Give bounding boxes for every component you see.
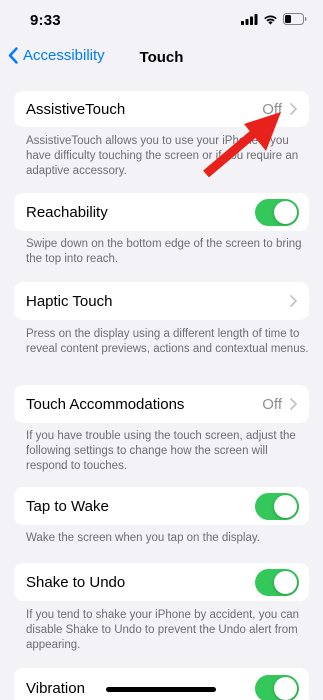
chevron-right-icon: [290, 103, 297, 115]
setting-row-shake-to-undo: Shake to Undo: [14, 563, 309, 601]
setting-footer: If you have trouble using the touch scre…: [26, 430, 296, 472]
setting-footer: Swipe down on the bottom edge of the scr…: [26, 238, 302, 265]
shake-to-undo-toggle[interactable]: [255, 568, 299, 596]
navigation-bar: Accessibility Touch: [0, 40, 323, 76]
setting-label: Tap to Wake: [26, 497, 109, 515]
setting-label: Vibration: [26, 679, 85, 697]
setting-value: Off: [262, 395, 282, 413]
setting-label: Shake to Undo: [26, 573, 126, 591]
setting-row-vibration: Vibration: [14, 668, 309, 700]
setting-row-haptic-touch[interactable]: Haptic Touch: [14, 282, 309, 320]
setting-label: Haptic Touch: [26, 292, 113, 310]
setting-value: Off: [262, 100, 282, 118]
battery-icon: [283, 13, 307, 25]
chevron-right-icon: [290, 398, 297, 410]
home-indicator: [106, 687, 216, 692]
setting-footer: Press on the display using a different l…: [26, 328, 309, 355]
status-bar: 9:33: [0, 0, 323, 40]
vibration-toggle[interactable]: [255, 674, 299, 700]
setting-label: Reachability: [26, 203, 108, 221]
setting-row-touch-accommodations[interactable]: Touch Accommodations Off: [14, 385, 309, 423]
setting-row-assistivetouch[interactable]: AssistiveTouch Off: [14, 91, 309, 127]
status-icons: [241, 13, 307, 25]
page-title: Touch: [139, 49, 184, 66]
setting-footer: Wake the screen when you tap on the disp…: [26, 532, 260, 544]
setting-footer: AssistiveTouch allows you to use your iP…: [26, 135, 299, 177]
chevron-right-icon: [290, 295, 297, 307]
setting-label: AssistiveTouch: [26, 100, 126, 118]
setting-row-tap-to-wake: Tap to Wake: [14, 487, 309, 525]
setting-label: Touch Accommodations: [26, 395, 185, 413]
cellular-signal-icon: [241, 13, 258, 25]
status-time: 9:33: [30, 12, 61, 29]
tap-to-wake-toggle[interactable]: [255, 492, 299, 520]
wifi-icon: [264, 15, 277, 24]
setting-footer: If you tend to shake your iPhone by acci…: [26, 609, 299, 651]
setting-row-reachability: Reachability: [14, 193, 309, 231]
reachability-toggle[interactable]: [255, 198, 299, 226]
